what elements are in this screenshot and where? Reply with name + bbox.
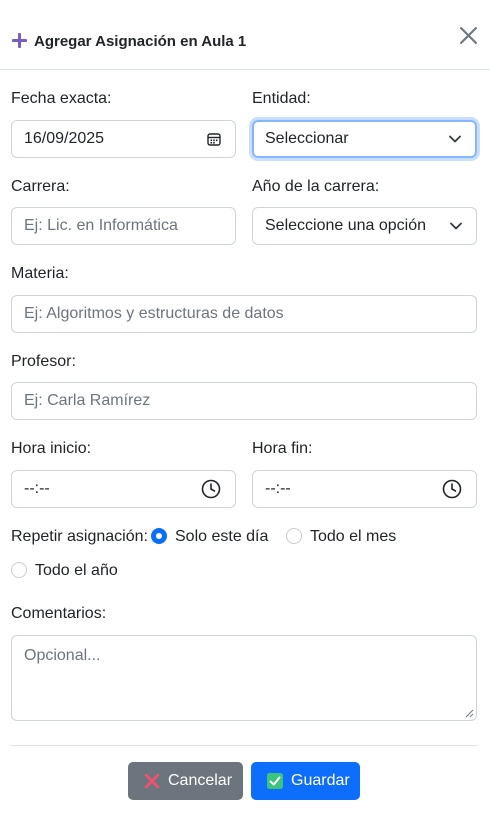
fecha-label: Fecha exacta: [11, 90, 112, 107]
radio-label-todo-el-mes: Todo el mes [310, 528, 397, 545]
save-button[interactable]: Guardar [251, 762, 360, 800]
anio-label: Año de la carrera: [252, 178, 380, 195]
entidad-select[interactable]: Seleccionar [252, 120, 477, 158]
anio-select[interactable]: Seleccione una opción [252, 207, 477, 245]
carrera-label: Carrera: [11, 178, 70, 195]
cancel-label: Cancelar [168, 772, 233, 789]
materia-input[interactable]: Ej: Algoritmos y estructuras de datos [11, 295, 477, 333]
footer-divider [11, 745, 477, 746]
assignment-modal: Agregar Asignación en Aula 1 Fecha exact… [0, 0, 490, 832]
profesor-input[interactable]: Ej: Carla Ramírez [11, 382, 477, 420]
entidad-value: Seleccionar [265, 130, 349, 147]
chevron-down-icon [450, 222, 462, 230]
profesor-placeholder: Ej: Carla Ramírez [24, 392, 151, 409]
x-mark-icon [144, 773, 160, 789]
entidad-label: Entidad: [252, 90, 311, 107]
materia-placeholder: Ej: Algoritmos y estructuras de datos [24, 305, 284, 322]
comentarios-placeholder: Opcional... [24, 647, 101, 664]
anio-value: Seleccione una opción [265, 217, 427, 234]
comentarios-label: Comentarios: [11, 605, 107, 622]
hora-fin-label: Hora fin: [252, 440, 313, 457]
check-box-icon [267, 773, 283, 789]
radio-label-todo-el-anio: Todo el año [35, 562, 118, 579]
hora-inicio-input[interactable]: --:-- [11, 470, 236, 508]
profesor-label: Profesor: [11, 353, 76, 370]
fecha-input[interactable]: 16/09/2025 [11, 120, 236, 158]
radio-todo-el-mes[interactable] [286, 528, 302, 544]
plus-icon [12, 33, 27, 48]
carrera-input[interactable]: Ej: Lic. en Informática [11, 207, 236, 245]
comentarios-textarea[interactable]: Opcional... [11, 635, 477, 721]
hora-fin-input[interactable]: --:-- [252, 470, 477, 508]
hora-inicio-label: Hora inicio: [11, 440, 92, 457]
resize-grip-icon[interactable] [465, 709, 474, 718]
modal-title: Agregar Asignación en Aula 1 [34, 33, 247, 50]
close-icon[interactable] [459, 26, 478, 45]
materia-label: Materia: [11, 265, 69, 282]
cancel-button[interactable]: Cancelar [128, 762, 243, 800]
calendar-icon[interactable] [207, 132, 221, 146]
radio-solo-este-dia[interactable] [151, 528, 167, 544]
carrera-placeholder: Ej: Lic. en Informática [24, 217, 178, 234]
radio-todo-el-anio[interactable] [11, 562, 27, 578]
modal-header: Agregar Asignación en Aula 1 [0, 0, 490, 70]
clock-icon[interactable] [201, 479, 221, 499]
clock-icon[interactable] [442, 479, 462, 499]
fecha-value: 16/09/2025 [24, 130, 105, 147]
save-label: Guardar [291, 772, 350, 789]
radio-label-solo-este-dia: Solo este día [175, 528, 269, 545]
chevron-down-icon [449, 135, 461, 143]
repetir-label: Repetir asignación: [11, 528, 148, 545]
